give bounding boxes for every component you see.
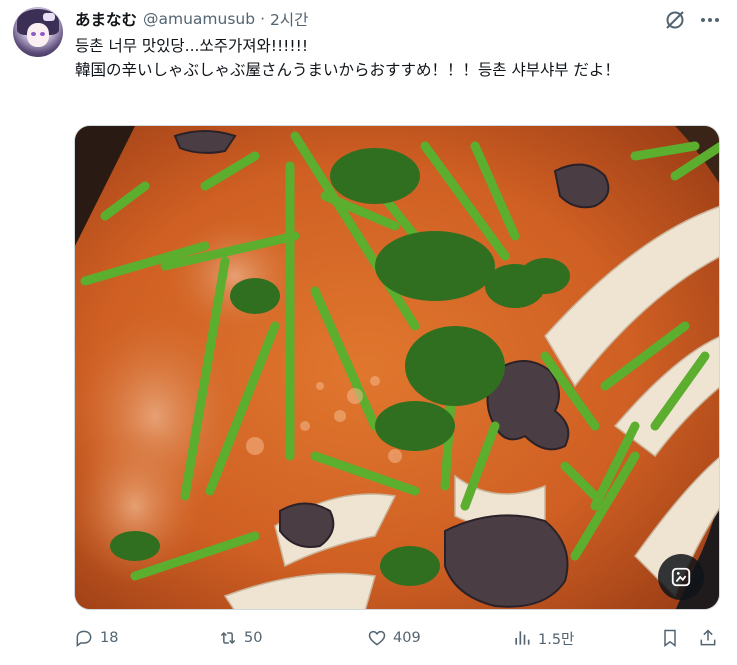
views-icon (515, 631, 530, 645)
more-icon[interactable] (698, 8, 722, 32)
timestamp[interactable]: 2시간 (270, 8, 308, 30)
tweet-text-line-2: 韓国の辛いしゃぶしゃぶ屋さんうまいからおすすめ！！！등촌 샤부샤부 だよ！ (75, 61, 620, 79)
repost-icon (220, 631, 236, 645)
tweet-text-line-1: 등촌 너무 맛있당...쏘주가져와!!!!!! (75, 37, 309, 55)
avatar[interactable] (13, 7, 63, 57)
grok-icon[interactable] (663, 8, 687, 32)
repost-count: 50 (244, 630, 263, 646)
bookmark-icon (664, 629, 676, 647)
reply-icon (76, 630, 92, 647)
separator-dot: · (260, 10, 266, 28)
heart-icon (368, 630, 386, 646)
reply-button[interactable]: 18 (74, 622, 118, 654)
reply-count: 18 (100, 630, 119, 646)
photo-illustration (75, 126, 719, 609)
tweet[interactable]: あまなむ @amuamusub · 2시간 등촌 너무 맛있당...쏘주가져와!… (0, 0, 737, 665)
views-button[interactable]: 1.5만 (512, 622, 574, 654)
action-bar: 18 50 409 1.5만 (62, 622, 732, 654)
bookmark-button[interactable] (660, 622, 680, 654)
edit-image-icon (671, 567, 691, 587)
handle[interactable]: @amuamusub (143, 10, 255, 28)
edit-image-button[interactable] (658, 554, 704, 600)
views-count: 1.5만 (538, 631, 575, 648)
share-icon (700, 629, 716, 646)
repost-button[interactable]: 50 (218, 622, 262, 654)
display-name[interactable]: あまなむ (75, 8, 137, 30)
like-button[interactable]: 409 (367, 622, 421, 654)
tweet-header: あまなむ @amuamusub · 2시간 (75, 8, 308, 30)
like-count: 409 (393, 630, 421, 646)
tweet-text: 등촌 너무 맛있당...쏘주가져와!!!!!! 韓国の辛いしゃぶしゃぶ屋さんうま… (75, 34, 705, 82)
tweet-photo[interactable] (74, 125, 720, 610)
share-button[interactable] (698, 622, 718, 654)
